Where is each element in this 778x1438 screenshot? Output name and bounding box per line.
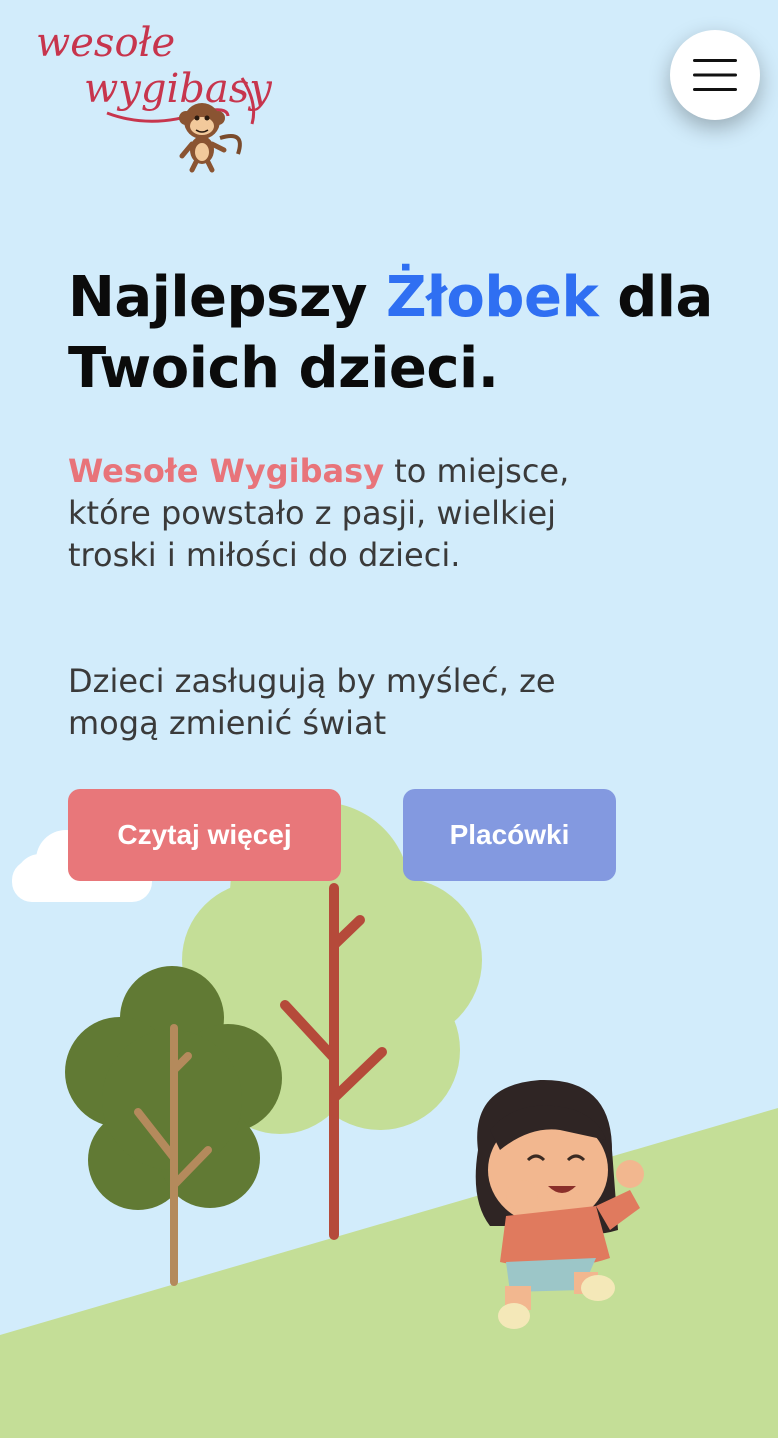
intro-brand-name: Wesołe Wygibasy bbox=[68, 452, 385, 490]
logo-wordmark-line1: wesołe bbox=[36, 20, 175, 66]
site-logo[interactable]: wesołe wygibasy bbox=[32, 18, 272, 173]
hamburger-menu-icon bbox=[693, 59, 737, 91]
tagline: Dzieci zasługują by myśleć, ze mogą zmie… bbox=[68, 662, 556, 742]
locations-button[interactable]: Placówki bbox=[403, 789, 616, 881]
hero-title-accent: Żłobek bbox=[386, 265, 599, 330]
hero-title: Najlepszy Żłobek dla Twoich dzieci. bbox=[68, 262, 758, 404]
hero-title-part1: Najlepszy bbox=[68, 265, 387, 330]
read-more-button[interactable]: Czytaj więcej bbox=[68, 789, 341, 881]
intro-paragraph: Wesołe Wygibasy to miejsce, które powsta… bbox=[68, 450, 628, 576]
menu-button[interactable] bbox=[670, 30, 760, 120]
logo-wordmark-line2: wygibasy bbox=[84, 66, 272, 112]
monkey-mascot-icon bbox=[179, 103, 242, 173]
